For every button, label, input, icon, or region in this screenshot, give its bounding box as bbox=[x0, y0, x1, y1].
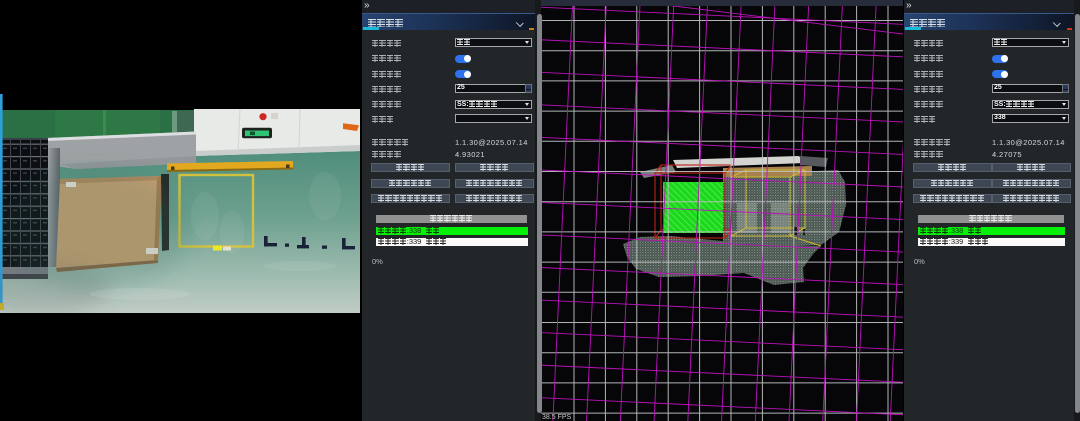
svg-text:38.5 FPS: 38.5 FPS bbox=[542, 414, 572, 421]
